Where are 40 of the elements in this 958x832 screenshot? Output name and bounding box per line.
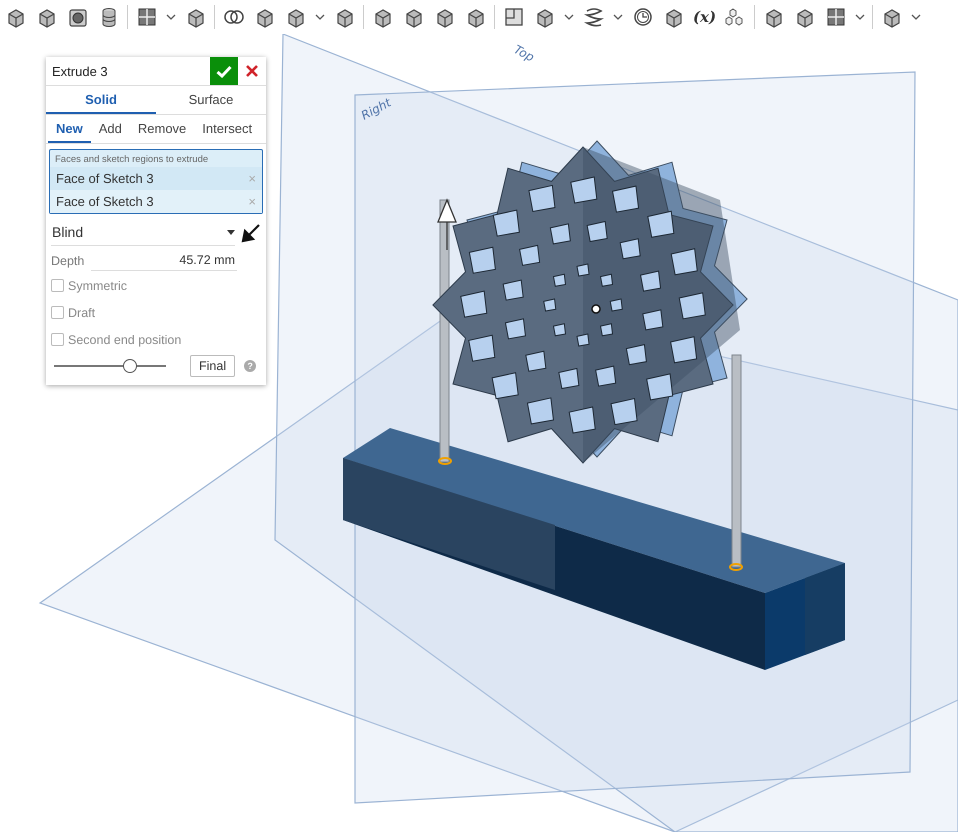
selection-item[interactable]: Face of Sketch 3 × (50, 167, 262, 190)
caret-icon[interactable] (855, 14, 865, 20)
checkbox-label: Symmetric (68, 278, 128, 292)
panel-title: Extrude 3 (51, 64, 109, 78)
flip-direction-icon[interactable] (241, 222, 261, 242)
grid-icon[interactable] (824, 6, 846, 28)
caret-icon[interactable] (315, 14, 325, 20)
spring-icon[interactable] (582, 6, 604, 28)
caret-icon[interactable] (613, 14, 623, 20)
direction-arrow-icon[interactable] (437, 198, 457, 251)
depth-field[interactable]: 45.72 mm (91, 251, 237, 271)
selection-item[interactable]: Face of Sketch 3 × (50, 190, 262, 213)
caret-icon (227, 230, 235, 234)
caret-icon[interactable] (911, 14, 921, 20)
end-type-dropdown[interactable]: Blind (51, 219, 235, 246)
plane-label: Top (512, 42, 537, 64)
caret-icon[interactable] (564, 14, 574, 20)
checkbox-label: Second end position (68, 332, 182, 346)
checkbox-label: Draft (68, 306, 96, 320)
slider-thumb[interactable] (123, 359, 138, 373)
tab[interactable]: Surface (156, 86, 266, 114)
depth-label: Depth (51, 254, 86, 268)
final-button[interactable]: Final (190, 355, 236, 377)
confirm-button[interactable] (210, 57, 238, 85)
clock-icon[interactable] (632, 6, 654, 28)
close-icon (246, 65, 258, 77)
checkbox[interactable] (51, 279, 64, 292)
operation-tab[interactable]: New (48, 115, 91, 143)
plane-icon[interactable] (502, 6, 524, 28)
grid-icon[interactable] (136, 6, 158, 28)
tab[interactable]: Solid (46, 86, 156, 114)
operation-tab[interactable]: Remove (130, 115, 194, 143)
check-icon (216, 64, 232, 78)
caret-icon[interactable] (166, 14, 176, 20)
operation-tab[interactable]: Add (90, 115, 130, 143)
checkbox[interactable] (51, 333, 64, 346)
checkbox[interactable] (51, 306, 64, 319)
variable-tool[interactable]: (x) (688, 8, 720, 26)
operation-tab[interactable]: Intersect (194, 115, 260, 143)
selection-caption: Faces and sketch regions to extrude (54, 153, 210, 167)
